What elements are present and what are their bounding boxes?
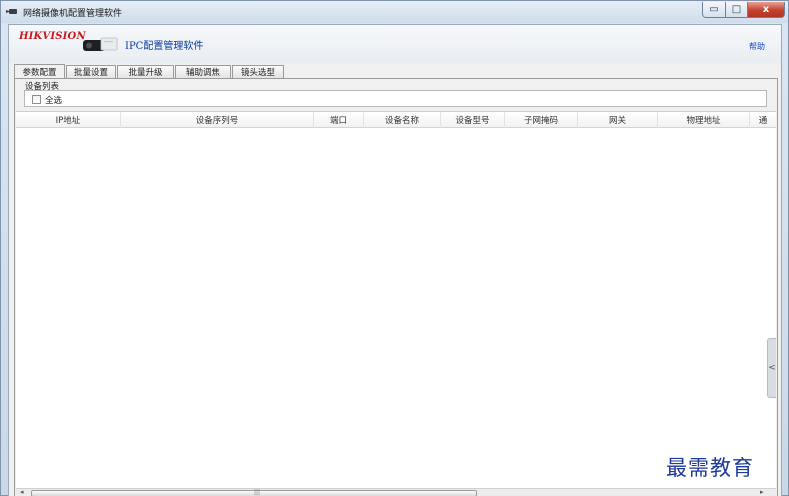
tab-batch-upgrade[interactable]: 批量升级 — [117, 65, 174, 78]
select-all-checkbox[interactable] — [32, 95, 41, 104]
device-list-table[interactable]: IP地址 设备序列号 端口 设备名称 设备型号 子网掩码 网关 物理地址 通 <… — [16, 111, 776, 496]
scrollbar-thumb[interactable]: ||| — [31, 489, 477, 496]
window-title: 网络摄像机配置管理软件 — [23, 9, 123, 19]
column-header-port[interactable]: 端口 — [314, 112, 364, 128]
watermark-text: 最需教育 — [666, 456, 754, 480]
scroll-left-icon[interactable]: ◂ — [20, 488, 24, 496]
select-all-label[interactable]: 全选 — [45, 94, 62, 106]
maximize-icon: □ — [731, 4, 742, 15]
camera-icon — [83, 37, 118, 51]
maximize-button[interactable]: □ — [726, 2, 748, 18]
table-header: IP地址 设备序列号 端口 设备名称 设备型号 子网掩码 网关 物理地址 通 — [16, 112, 776, 128]
app-title: IPC配置管理软件 — [125, 41, 204, 52]
column-header-serial[interactable]: 设备序列号 — [121, 112, 314, 128]
tab-assisted-focus[interactable]: 辅助调焦 — [175, 65, 231, 78]
column-header-device-name[interactable]: 设备名称 — [364, 112, 441, 128]
column-header-gateway[interactable]: 网关 — [578, 112, 658, 128]
help-link[interactable]: 帮助 — [749, 41, 765, 52]
close-icon: x — [762, 4, 770, 15]
chevron-left-icon: < — [768, 363, 776, 373]
column-header-truncated[interactable]: 通 — [750, 112, 776, 128]
minimize-icon: ▭ — [709, 4, 719, 15]
camera-app-icon — [6, 9, 17, 14]
column-header-mac-address[interactable]: 物理地址 — [658, 112, 750, 128]
minimize-button[interactable]: ▭ — [702, 2, 726, 18]
tab-parameter-config[interactable]: 参数配置 — [14, 64, 65, 78]
column-header-device-model[interactable]: 设备型号 — [441, 112, 505, 128]
select-all-bar: 全选 — [24, 90, 767, 107]
client-area: HIKVISION IPC配置管理软件 帮助 参数配置 批量设置 批量升级 辅助… — [8, 24, 782, 496]
app-window: 网络摄像机配置管理软件 ▭ □ x HIKVISION IPC配置管理软件 帮助… — [0, 0, 789, 496]
column-header-subnet-mask[interactable]: 子网掩码 — [505, 112, 578, 128]
side-panel-toggle[interactable]: < — [767, 338, 776, 398]
tab-batch-settings[interactable]: 批量设置 — [66, 65, 116, 78]
parameter-config-panel: 设备列表 全选 IP地址 设备序列号 端口 设备名称 设备型号 子网掩码 网关 … — [14, 78, 778, 496]
column-header-ip[interactable]: IP地址 — [16, 112, 121, 128]
tab-lens-selection[interactable]: 镜头选型 — [232, 65, 284, 78]
hikvision-logo: HIKVISION — [19, 31, 86, 42]
tab-bar: 参数配置 批量设置 批量升级 辅助调焦 镜头选型 — [9, 64, 781, 78]
horizontal-scrollbar[interactable]: ◂ ||| ▸ — [16, 488, 776, 496]
scrollbar-grip-icon: ||| — [254, 489, 261, 496]
scroll-right-icon[interactable]: ▸ — [760, 488, 764, 496]
title-bar[interactable]: 网络摄像机配置管理软件 ▭ □ x — [1, 1, 788, 23]
close-button[interactable]: x — [748, 2, 785, 18]
app-header: HIKVISION IPC配置管理软件 帮助 — [9, 25, 781, 63]
